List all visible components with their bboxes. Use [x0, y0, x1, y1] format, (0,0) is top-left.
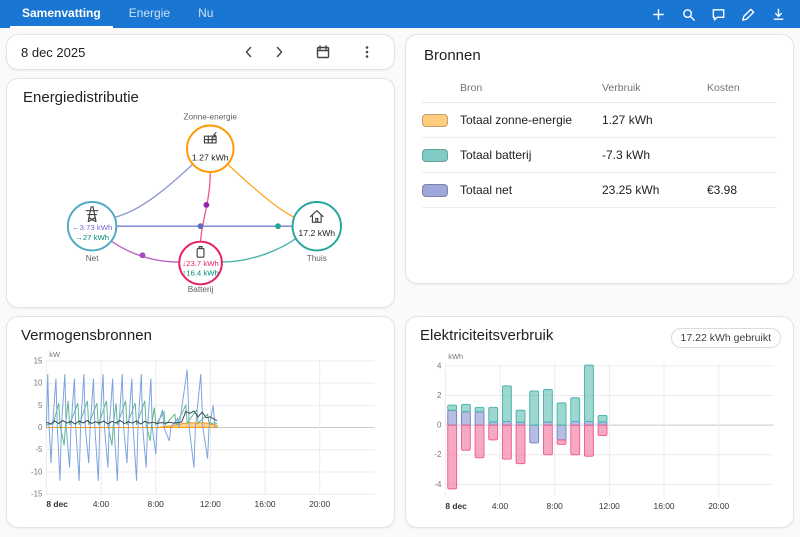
topbar-actions: [646, 0, 790, 28]
grid-to-battery-line: [110, 240, 180, 263]
home-label: Thuis: [307, 254, 327, 263]
solar-node[interactable]: [186, 124, 235, 173]
grid-battery-flow-dot: [139, 252, 146, 259]
grid-import-value: →27 kWh: [75, 233, 109, 242]
source-cost: €3.98: [707, 183, 738, 197]
svg-text:12:00: 12:00: [200, 499, 221, 509]
source-color-swatch: [422, 183, 448, 197]
svg-text:16:00: 16:00: [654, 501, 675, 511]
sources-table: Bron Verbruik Kosten Totaal zonne-energi…: [422, 74, 777, 208]
battery-label: Batterij: [188, 285, 214, 294]
tab-bar: Samenvatting Energie Nu: [10, 0, 225, 28]
svg-text:10: 10: [34, 379, 43, 388]
svg-text:8:00: 8:00: [547, 501, 564, 511]
svg-text:4:00: 4:00: [93, 499, 110, 509]
home-flow-dot: [275, 223, 281, 230]
svg-text:-2: -2: [434, 450, 441, 459]
svg-text:0: 0: [38, 423, 43, 432]
source-consumption: -7.3 kWh: [602, 148, 651, 162]
source-row[interactable]: Totaal zonne-energie 1.27 kWh: [422, 103, 777, 138]
more-options-icon[interactable]: [354, 39, 380, 65]
source-name: Totaal zonne-energie: [460, 113, 573, 127]
svg-text:8 dec: 8 dec: [445, 501, 467, 511]
svg-text:20:00: 20:00: [309, 499, 330, 509]
grid-export-value: ←3.73 kWh: [72, 223, 112, 232]
solar-to-home-line: [226, 162, 295, 219]
svg-text:-15: -15: [31, 490, 43, 499]
svg-text:-5: -5: [35, 445, 43, 454]
power-sources-chart[interactable]: 15 10 5 0 -5 -10 -158 dec 4:00 8:00 12:00 16:00 20:…: [19, 348, 382, 514]
source-name: Totaal batterij: [460, 148, 532, 162]
top-bar: Samenvatting Energie Nu: [0, 0, 800, 28]
selected-date: 8 dec 2025: [21, 44, 86, 60]
chat-icon[interactable]: [706, 2, 730, 26]
sources-table-body: Totaal zonne-energie 1.27 kWh Totaal bat…: [422, 103, 777, 208]
grid-flow-dot: [197, 223, 204, 230]
search-icon[interactable]: [676, 2, 700, 26]
column-verbruik: Verbruik: [602, 82, 641, 94]
power-sources-card: Vermogensbronnen 15 10 5 0 -5 -10 -15 8 dec 4:00…: [6, 316, 395, 528]
energy-distribution-card: Energiedistributie Zonne-energie 1.27 kW…: [6, 78, 395, 308]
svg-text:4: 4: [437, 361, 442, 370]
energy-distribution-title: Energiedistributie: [23, 89, 139, 106]
electricity-usage-chart[interactable]: 4 2 0 -2 -4 8 dec 4:00 8:00 12:00 16:00 20:00 kWh: [418, 350, 781, 516]
energy-distribution-diagram[interactable]: Zonne-energie 1.27 kWh ←3.73 kWh →27 kWh…: [21, 110, 384, 294]
source-color-swatch: [422, 148, 448, 162]
svg-text:8 dec: 8 dec: [46, 499, 68, 509]
svg-text:12:00: 12:00: [599, 501, 620, 511]
dashboard: 8 dec 2025 Energiedistributie Zonne-ener…: [0, 28, 800, 534]
sources-card: Bronnen Bron Verbruik Kosten Totaal zonn…: [405, 34, 794, 284]
tab-nu[interactable]: Nu: [186, 0, 225, 28]
battery-flow-dot: [203, 202, 210, 208]
download-icon[interactable]: [766, 2, 790, 26]
tab-energie[interactable]: Energie: [117, 0, 182, 28]
column-kosten: Kosten: [707, 82, 740, 94]
power-sources-title: Vermogensbronnen: [21, 327, 152, 344]
svg-text:2: 2: [437, 391, 441, 400]
tab-samenvatting[interactable]: Samenvatting: [10, 0, 113, 28]
grid-label: Net: [86, 254, 100, 263]
svg-text:15: 15: [34, 356, 43, 365]
home-value: 17.2 kWh: [298, 228, 335, 238]
date-selector-card: 8 dec 2025: [6, 34, 395, 70]
solar-value: 1.27 kWh: [192, 152, 229, 162]
next-date-button[interactable]: [266, 39, 292, 65]
svg-text:-4: -4: [434, 480, 442, 489]
svg-text:4:00: 4:00: [492, 501, 509, 511]
calendar-icon[interactable]: [310, 39, 336, 65]
column-bron: Bron: [460, 82, 483, 94]
svg-text:20:00: 20:00: [708, 501, 729, 511]
home-node[interactable]: [291, 201, 342, 252]
battery-charge-value: ↓23.7 kWh: [182, 259, 219, 268]
solar-label: Zonne-energie: [184, 113, 238, 122]
source-color-swatch: [422, 113, 448, 127]
electricity-usage-title: Elektriciteitsverbruik: [420, 327, 554, 344]
svg-text:16:00: 16:00: [255, 499, 276, 509]
source-row[interactable]: Totaal batterij -7.3 kWh: [422, 138, 777, 173]
svg-text:8:00: 8:00: [148, 499, 165, 509]
battery-to-home-line: [221, 238, 296, 263]
add-icon[interactable]: [646, 2, 670, 26]
svg-text:-10: -10: [31, 467, 43, 476]
source-row[interactable]: Totaal net 23.25 kWh €3.98: [422, 173, 777, 208]
svg-text:0: 0: [437, 421, 442, 430]
svg-text:5: 5: [38, 401, 43, 410]
electricity-usage-card: Elektriciteitsverbruik 17.22 kWh gebruik…: [405, 316, 794, 528]
svg-text:kW: kW: [49, 350, 60, 359]
source-name: Totaal net: [460, 183, 513, 197]
previous-date-button[interactable]: [236, 39, 262, 65]
solar-to-grid-line: [114, 162, 195, 219]
sources-title: Bronnen: [424, 47, 481, 64]
usage-total-badge: 17.22 kWh gebruikt: [670, 327, 781, 348]
battery-discharge-value: ↑16.4 kWh: [182, 269, 219, 278]
sources-table-header: Bron Verbruik Kosten: [422, 74, 777, 103]
svg-text:kWh: kWh: [448, 352, 463, 361]
source-consumption: 1.27 kWh: [602, 113, 653, 127]
date-controls: [236, 39, 380, 65]
edit-icon[interactable]: [736, 2, 760, 26]
source-consumption: 23.25 kWh: [602, 183, 660, 197]
